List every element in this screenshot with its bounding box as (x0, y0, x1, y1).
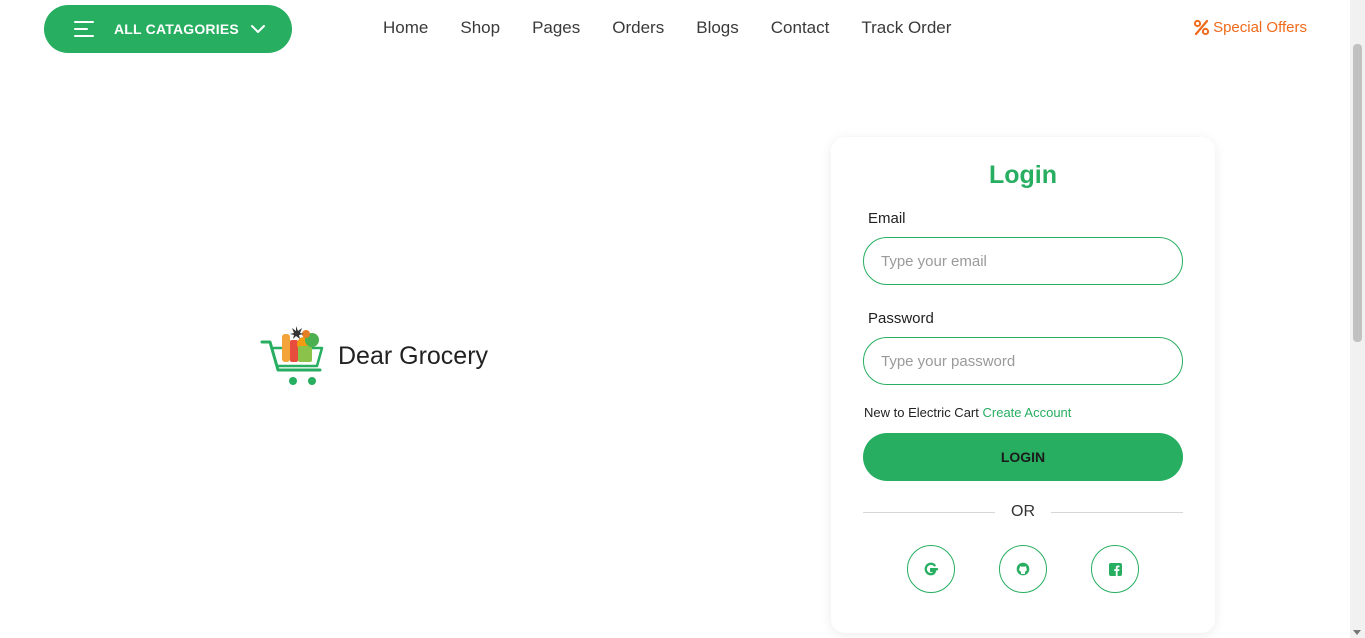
all-categories-button[interactable]: ALL CATAGORIES (44, 5, 292, 53)
page: ALL CATAGORIES Home Shop Pages Orders Bl… (0, 0, 1365, 638)
nav-shop[interactable]: Shop (460, 17, 500, 39)
signup-prompt: New to Electric Cart Create Account (864, 405, 1071, 420)
facebook-login-button[interactable] (1091, 545, 1139, 593)
create-account-link[interactable]: Create Account (983, 405, 1072, 420)
nav-pages[interactable]: Pages (532, 17, 580, 39)
grocery-cart-logo (260, 326, 324, 385)
all-categories-label: ALL CATAGORIES (114, 21, 239, 37)
special-offers-label: Special Offers (1213, 19, 1307, 36)
github-login-button[interactable] (999, 545, 1047, 593)
or-text: OR (1011, 503, 1035, 520)
google-icon (924, 562, 939, 576)
special-offers-link[interactable]: Special Offers (1193, 19, 1307, 36)
nav-home[interactable]: Home (383, 17, 428, 39)
divider-line-left (863, 511, 995, 513)
brand-logo: Dear Grocery (260, 324, 488, 388)
password-field[interactable] (863, 337, 1183, 385)
menu-icon (74, 21, 96, 37)
divider-line-right (1051, 511, 1183, 513)
facebook-icon (1108, 562, 1122, 576)
email-field[interactable] (863, 237, 1183, 285)
google-login-button[interactable] (907, 545, 955, 593)
brand-name: Dear Grocery (338, 341, 489, 370)
percent-icon (1193, 19, 1210, 36)
login-card: Login Email Password New to Electric Car… (831, 137, 1215, 633)
email-label: Email (868, 210, 906, 227)
login-button[interactable]: LOGIN (863, 433, 1183, 481)
or-divider: OR (863, 503, 1183, 521)
scrollbar-thumb[interactable] (1353, 44, 1362, 342)
scroll-down-arrow-icon[interactable] (1353, 630, 1361, 635)
github-icon (1016, 562, 1030, 576)
chevron-down-icon (251, 25, 265, 33)
main-nav: Home Shop Pages Orders Blogs Contact Tra… (383, 17, 951, 39)
login-title: Login (988, 161, 1058, 189)
password-label: Password (868, 310, 934, 327)
signup-prompt-text: New to Electric Cart (864, 405, 979, 420)
nav-orders[interactable]: Orders (612, 17, 664, 39)
nav-contact[interactable]: Contact (771, 17, 830, 39)
nav-blogs[interactable]: Blogs (696, 17, 739, 39)
nav-track-order[interactable]: Track Order (861, 17, 951, 39)
page-scrollbar[interactable] (1350, 0, 1365, 638)
